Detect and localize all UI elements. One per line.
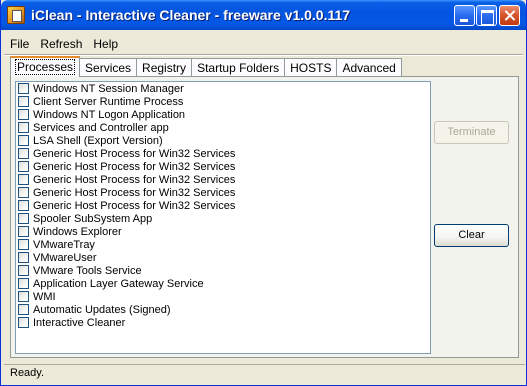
- tab-processes[interactable]: Processes: [10, 56, 81, 77]
- checkbox[interactable]: [18, 226, 29, 237]
- menu-help[interactable]: Help: [87, 34, 123, 54]
- process-label: Interactive Cleaner: [33, 316, 126, 329]
- menu-bar: File Refresh Help: [4, 34, 123, 54]
- checkbox[interactable]: [18, 239, 29, 250]
- window-title: iClean - Interactive Cleaner - freeware …: [31, 7, 351, 23]
- process-label: Generic Host Process for Win32 Services: [33, 173, 236, 186]
- tab-advanced[interactable]: Advanced: [336, 58, 402, 77]
- menu-file[interactable]: File: [4, 34, 34, 54]
- process-label: Generic Host Process for Win32 Services: [33, 199, 236, 212]
- process-label: Generic Host Process for Win32 Services: [33, 160, 236, 173]
- checkbox[interactable]: [18, 304, 29, 315]
- list-item[interactable]: Generic Host Process for Win32 Services: [16, 160, 430, 173]
- list-item[interactable]: Application Layer Gateway Service: [16, 277, 430, 290]
- checkbox[interactable]: [18, 148, 29, 159]
- checkbox[interactable]: [18, 265, 29, 276]
- checkbox[interactable]: [18, 187, 29, 198]
- process-label: VMware Tools Service: [33, 264, 142, 277]
- process-label: Client Server Runtime Process: [33, 95, 184, 108]
- menu-refresh[interactable]: Refresh: [34, 34, 87, 54]
- list-item[interactable]: Generic Host Process for Win32 Services: [16, 186, 430, 199]
- checkbox[interactable]: [18, 109, 29, 120]
- checkbox[interactable]: [18, 291, 29, 302]
- list-item[interactable]: Generic Host Process for Win32 Services: [16, 147, 430, 160]
- app-icon[interactable]: [7, 6, 25, 24]
- checkbox[interactable]: [18, 122, 29, 133]
- process-list[interactable]: Windows NT Session Manager Client Server…: [15, 81, 431, 354]
- checkbox[interactable]: [18, 317, 29, 328]
- checkbox[interactable]: [18, 161, 29, 172]
- close-button[interactable]: [499, 5, 520, 26]
- checkbox[interactable]: [18, 213, 29, 224]
- checkbox[interactable]: [18, 96, 29, 107]
- checkbox[interactable]: [18, 83, 29, 94]
- process-label: WMI: [33, 290, 56, 303]
- checkbox[interactable]: [18, 174, 29, 185]
- process-label: Application Layer Gateway Service: [33, 277, 204, 290]
- list-item[interactable]: Generic Host Process for Win32 Services: [16, 173, 430, 186]
- process-label: Spooler SubSystem App: [33, 212, 153, 225]
- list-item[interactable]: Client Server Runtime Process: [16, 95, 430, 108]
- processes-panel: Windows NT Session Manager Client Server…: [10, 76, 519, 358]
- process-label: VMwareTray: [33, 238, 95, 251]
- process-label: LSA Shell (Export Version): [33, 134, 163, 147]
- tab-hosts[interactable]: HOSTS: [284, 58, 338, 77]
- list-item[interactable]: Automatic Updates (Signed): [16, 303, 430, 316]
- process-label: Windows Explorer: [33, 225, 122, 238]
- list-item[interactable]: VMwareTray: [16, 238, 430, 251]
- tab-services[interactable]: Services: [79, 58, 138, 77]
- terminate-button[interactable]: Terminate: [434, 121, 509, 144]
- process-label: Windows NT Session Manager: [33, 82, 184, 95]
- status-bar: Ready.: [4, 364, 525, 382]
- process-label: Automatic Updates (Signed): [33, 303, 171, 316]
- tab-label: Processes: [14, 59, 76, 75]
- maximize-button[interactable]: [476, 5, 497, 26]
- checkbox[interactable]: [18, 200, 29, 211]
- tab-strip: Processes Services Registry Startup Fold…: [10, 56, 402, 77]
- checkbox[interactable]: [18, 278, 29, 289]
- main-window: iClean - Interactive Cleaner - freeware …: [0, 0, 527, 386]
- status-text: Ready.: [10, 367, 45, 379]
- clear-button[interactable]: Clear: [434, 224, 509, 247]
- process-label: Generic Host Process for Win32 Services: [33, 186, 236, 199]
- list-item[interactable]: Spooler SubSystem App: [16, 212, 430, 225]
- list-item[interactable]: WMI: [16, 290, 430, 303]
- list-item[interactable]: VMware Tools Service: [16, 264, 430, 277]
- tab-registry[interactable]: Registry: [136, 58, 193, 77]
- process-label: Generic Host Process for Win32 Services: [33, 147, 236, 160]
- list-item[interactable]: Windows NT Logon Application: [16, 108, 430, 121]
- minimize-button[interactable]: [454, 5, 475, 26]
- checkbox[interactable]: [18, 252, 29, 263]
- list-item[interactable]: Services and Controller app: [16, 121, 430, 134]
- list-item[interactable]: VMwareUser: [16, 251, 430, 264]
- list-item[interactable]: LSA Shell (Export Version): [16, 134, 430, 147]
- list-item[interactable]: Windows NT Session Manager: [16, 82, 430, 95]
- process-label: Windows NT Logon Application: [33, 108, 186, 121]
- tab-startup-folders[interactable]: Startup Folders: [191, 58, 286, 77]
- list-item[interactable]: Generic Host Process for Win32 Services: [16, 199, 430, 212]
- process-label: Services and Controller app: [33, 121, 169, 134]
- list-item[interactable]: Interactive Cleaner: [16, 316, 430, 329]
- checkbox[interactable]: [18, 135, 29, 146]
- title-bar[interactable]: iClean - Interactive Cleaner - freeware …: [1, 0, 526, 30]
- list-item[interactable]: Windows Explorer: [16, 225, 430, 238]
- process-label: VMwareUser: [33, 251, 97, 264]
